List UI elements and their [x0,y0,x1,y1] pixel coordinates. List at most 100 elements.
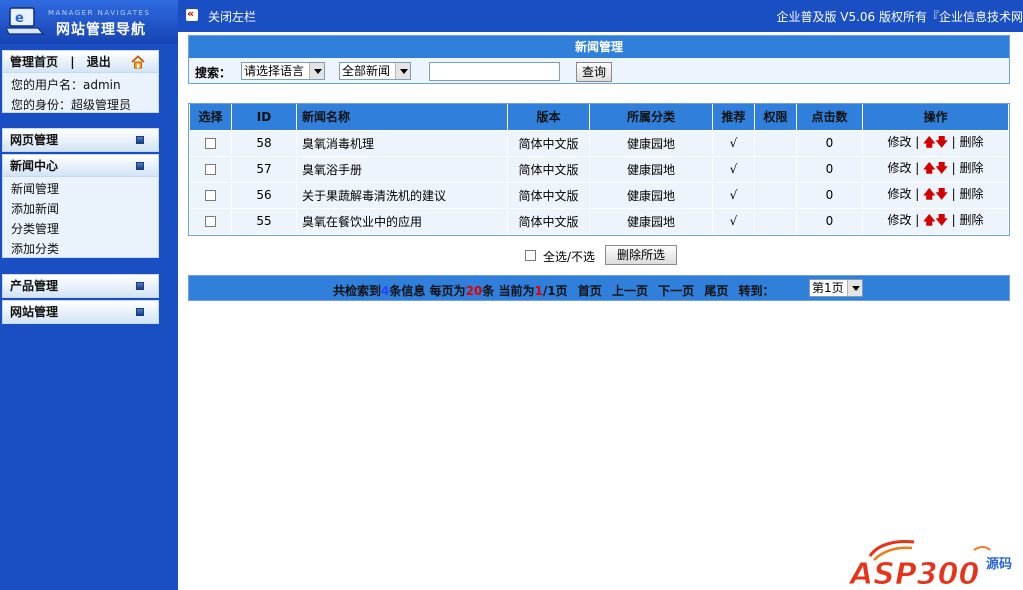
action-separator: | [951,160,956,175]
row-checkbox[interactable] [205,216,216,227]
delete-link[interactable]: 删除 [960,135,984,149]
page-jump-select-value: 第1页 [812,281,844,295]
action-separator: | [915,160,920,175]
edit-link[interactable]: 修改 [887,135,911,149]
keyword-input[interactable] [429,62,560,81]
expand-toggle-icon[interactable] [136,282,144,290]
close-left-panel-link[interactable]: 关闭左栏 [208,8,256,25]
chevron-down-icon[interactable] [847,280,862,296]
home-icon[interactable] [130,54,146,70]
webpage-management-label: 网页管理 [10,133,59,147]
search-row: 搜索： 请选择语言 全部新闻 查询 [189,58,1009,83]
select-all-checkbox[interactable] [525,250,536,261]
row-select-cell [189,207,232,235]
logo-title: 网站管理导航 [56,22,146,38]
collapse-left-icon[interactable]: « [186,7,198,21]
news-table: 选择 ID 新闻名称 版本 所属分类 推荐 权限 点击数 操作 58 臭氧消毒机理… [188,103,1010,236]
table-row: 55 臭氧在餐饮业中的应用 简体中文版 健康园地 √ 0 修改 | 🡅🡇 | 删除 [189,207,1009,235]
news-type-select[interactable]: 全部新闻 [339,62,411,80]
row-select-cell [189,155,232,183]
logo: e MANAGER NAVIGATES 网站管理导航 [0,0,178,44]
search-label: 搜索： [195,66,232,80]
site-management-section[interactable]: 网站管理 [2,300,159,324]
column-header-id: ID [231,104,297,131]
table-row: 57 臭氧浴手册 简体中文版 健康园地 √ 0 修改 | 🡅🡇 | 删除 [189,155,1009,183]
column-header-clicks: 点击数 [796,104,863,131]
select-all-label: 全选/不选 [543,250,596,264]
row-checkbox[interactable] [205,164,216,175]
chevron-down-icon[interactable] [309,63,324,79]
admin-home-link[interactable]: 管理首页 [10,55,58,69]
row-actions: 修改 | 🡅🡇 | 删除 [862,181,1009,209]
action-separator: | [915,134,920,149]
sidebar-item-category-management[interactable]: 分类管理 [11,219,158,239]
row-permission [754,181,797,209]
move-up-icon[interactable]: 🡅 [923,133,935,154]
row-version: 简体中文版 [507,207,590,235]
search-button[interactable]: 查询 [576,62,612,82]
move-down-icon[interactable]: 🡇 [936,133,948,154]
page-jump-select[interactable]: 第1页 [809,279,863,297]
svg-text:e: e [15,11,24,26]
row-checkbox[interactable] [205,190,216,201]
watermark-suffix: 源码 [986,556,1012,572]
move-down-icon[interactable]: 🡇 [936,185,948,206]
move-up-icon[interactable]: 🡅 [923,185,935,206]
language-select[interactable]: 请选择语言 [241,62,325,80]
page-title: 新闻管理 [189,36,1009,58]
delete-link[interactable]: 删除 [960,213,984,227]
action-separator: | [915,212,920,227]
row-news-title: 臭氧在餐饮业中的应用 [296,207,508,235]
pager-last-link[interactable]: 尾页 [704,284,728,298]
logo-subtitle: MANAGER NAVIGATES [48,9,151,17]
logout-link[interactable]: 退出 [87,55,111,69]
column-header-recommend: 推荐 [712,104,755,131]
delete-link[interactable]: 删除 [960,161,984,175]
delete-selected-button[interactable]: 删除所选 [605,245,677,265]
edit-link[interactable]: 修改 [887,213,911,227]
edit-link[interactable]: 修改 [887,161,911,175]
product-management-label: 产品管理 [10,279,59,293]
chevron-down-icon[interactable] [395,63,410,79]
pager-total-suffix: 条信息 每页为 [389,284,466,298]
news-center-header[interactable]: 新闻中心 [3,155,158,177]
expand-toggle-icon[interactable] [136,308,144,316]
site-management-header[interactable]: 网站管理 [3,301,158,323]
row-category: 健康园地 [589,181,713,209]
sidebar-item-add-category[interactable]: 添加分类 [11,239,158,259]
row-news-title: 臭氧消毒机理 [296,129,508,157]
move-up-icon[interactable]: 🡅 [923,211,935,232]
laptop-logo-icon: e [6,7,44,35]
product-management-section[interactable]: 产品管理 [2,274,159,298]
delete-link[interactable]: 删除 [960,187,984,201]
row-category: 健康园地 [589,207,713,235]
top-bar: « 关闭左栏 企业普及版 V5.06 版权所有『企业信息技术网 [178,0,1023,32]
sidebar-item-news-management[interactable]: 新闻管理 [11,179,158,199]
pager-first-link[interactable]: 首页 [578,284,602,298]
collapse-toggle-icon[interactable] [136,162,144,170]
table-row: 58 臭氧消毒机理 简体中文版 健康园地 √ 0 修改 | 🡅🡇 | 删除 [189,129,1009,157]
move-up-icon[interactable]: 🡅 [923,159,935,180]
pager-next-link[interactable]: 下一页 [658,284,694,298]
pager-current: 1 [534,284,543,298]
role-label: 您的身份：超级管理员 [11,98,132,112]
move-down-icon[interactable]: 🡇 [936,211,948,232]
main-content: 新闻管理 搜索： 请选择语言 全部新闻 查询 选择 ID 新闻名称 版本 所属分… [178,32,1023,590]
row-checkbox[interactable] [205,138,216,149]
webpage-management-header[interactable]: 网页管理 [3,129,158,151]
expand-toggle-icon[interactable] [136,136,144,144]
user-panel-header: 管理首页 | 退出 [3,51,158,73]
row-id: 55 [231,207,297,235]
move-down-icon[interactable]: 🡇 [936,159,948,180]
row-permission [754,207,797,235]
webpage-management-section[interactable]: 网页管理 [2,128,159,152]
edit-link[interactable]: 修改 [887,187,911,201]
pager-prev-link[interactable]: 上一页 [612,284,648,298]
sidebar: e MANAGER NAVIGATES 网站管理导航 管理首页 | 退出 您的用… [0,0,178,590]
row-id: 58 [231,129,297,157]
row-category: 健康园地 [589,129,713,157]
column-header-name: 新闻名称 [296,104,508,131]
row-select-cell [189,181,232,209]
sidebar-item-add-news[interactable]: 添加新闻 [11,199,158,219]
product-management-header[interactable]: 产品管理 [3,275,158,297]
